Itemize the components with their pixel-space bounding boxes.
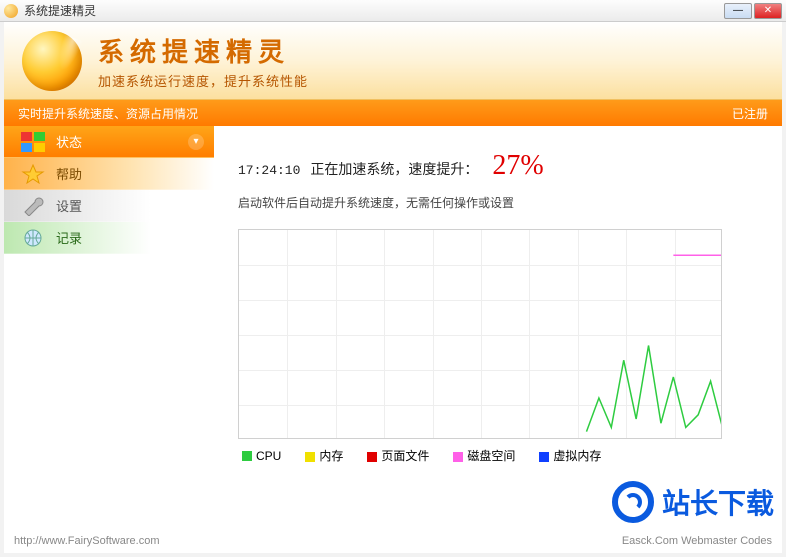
status-text: 正在加速系统，速度提升： — [310, 159, 478, 179]
legend-swatch — [305, 452, 315, 462]
logo-icon — [22, 31, 82, 91]
header-text: 系统提速精灵 加速系统运行速度，提升系统性能 — [98, 32, 308, 90]
titlebar: 系统提速精灵 — ✕ — [0, 0, 786, 22]
legend-swatch — [242, 451, 252, 461]
footer-url[interactable]: http://www.FairySoftware.com — [14, 535, 160, 547]
sidebar-item-label: 记录 — [56, 228, 82, 247]
sidebar-item-label: 帮助 — [56, 164, 82, 183]
legend-virt: 虚拟内存 — [539, 447, 601, 464]
app-frame: 系统提速精灵 加速系统运行速度，提升系统性能 实时提升系统速度、资源占用情况 已… — [0, 22, 786, 557]
window-title: 系统提速精灵 — [24, 2, 722, 19]
footer-credit: Easck.Com Webmaster Codes — [622, 535, 772, 547]
sidebar-item-records[interactable]: 记录 — [4, 222, 214, 254]
legend-page: 页面文件 — [367, 447, 429, 464]
sidebar-item-label: 设置 — [56, 196, 82, 215]
header: 系统提速精灵 加速系统运行速度，提升系统性能 — [4, 22, 782, 100]
chart-legend: CPU 内存 页面文件 磁盘空间 虚拟内存 — [238, 447, 758, 464]
watermark: 站长下载 — [612, 481, 774, 523]
status-description: 启动软件后自动提升系统速度，无需任何操作或设置 — [238, 194, 758, 211]
help-star-icon — [18, 162, 48, 186]
legend-cpu: CPU — [242, 449, 281, 463]
windows-flag-icon — [18, 130, 48, 154]
resource-chart — [238, 229, 722, 439]
watermark-text: 站长下载 — [662, 482, 774, 522]
legend-disk: 磁盘空间 — [453, 447, 515, 464]
speedup-percent: 27% — [492, 150, 543, 182]
status-line: 17:24:10 正在加速系统，速度提升： 27% — [238, 150, 758, 182]
sidebar: 状态 ▾ 帮助 设置 记录 — [4, 126, 214, 526]
app-icon — [4, 4, 18, 18]
ribbon-left-text: 实时提升系统速度、资源占用情况 — [18, 105, 198, 122]
close-button[interactable]: ✕ — [754, 3, 782, 19]
legend-swatch — [367, 452, 377, 462]
registration-status: 已注册 — [732, 105, 768, 122]
sidebar-item-help[interactable]: 帮助 — [4, 158, 214, 190]
app-subtitle: 加速系统运行速度，提升系统性能 — [98, 71, 308, 90]
main-panel: 17:24:10 正在加速系统，速度提升： 27% 启动软件后自动提升系统速度，… — [214, 126, 782, 526]
watermark-logo-icon — [612, 481, 654, 523]
wrench-icon — [18, 194, 48, 218]
globe-icon — [18, 226, 48, 250]
app-title: 系统提速精灵 — [98, 32, 308, 69]
minimize-button[interactable]: — — [724, 3, 752, 19]
legend-swatch — [453, 452, 463, 462]
legend-swatch — [539, 452, 549, 462]
footer: http://www.FairySoftware.com Easck.Com W… — [14, 535, 772, 547]
legend-mem: 内存 — [305, 447, 343, 464]
chevron-down-icon: ▾ — [188, 134, 204, 150]
current-time: 17:24:10 — [238, 163, 300, 178]
sidebar-item-label: 状态 — [56, 132, 82, 151]
sidebar-item-status[interactable]: 状态 ▾ — [4, 126, 214, 158]
status-ribbon: 实时提升系统速度、资源占用情况 已注册 — [4, 100, 782, 126]
sidebar-item-settings[interactable]: 设置 — [4, 190, 214, 222]
